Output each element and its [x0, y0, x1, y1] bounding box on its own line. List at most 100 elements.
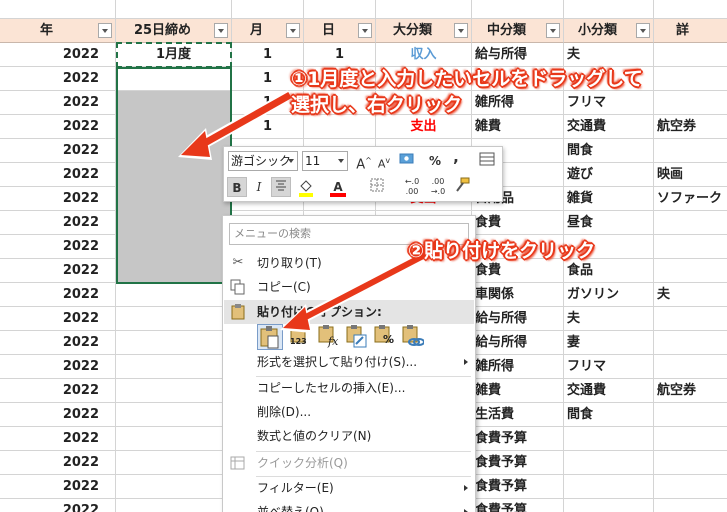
grid-cell[interactable] [0, 0, 116, 19]
cell-detail[interactable]: 航空券 [654, 379, 727, 403]
paste-link-icon[interactable] [399, 324, 425, 350]
cell-closing[interactable] [116, 307, 232, 331]
column-header[interactable]: 日 [304, 19, 376, 43]
cell-minor[interactable] [564, 427, 654, 451]
cell-year[interactable]: 2022 [0, 43, 116, 67]
cell-year[interactable]: 2022 [0, 91, 116, 115]
font-name-box[interactable]: 游ゴシック [228, 151, 298, 171]
column-header[interactable]: 小分類 [564, 19, 654, 43]
paste-transpose-icon[interactable] [343, 324, 369, 350]
format-painter-icon[interactable] [452, 177, 472, 197]
increase-decimal-button[interactable]: ←.0 .00 [400, 177, 424, 197]
column-header[interactable]: 年 [0, 19, 116, 43]
percent-button[interactable]: % [425, 151, 445, 171]
cell-minor[interactable]: 間食 [564, 403, 654, 427]
cell-minor[interactable] [564, 475, 654, 499]
cell-detail[interactable] [654, 355, 727, 379]
cell-major[interactable]: 支出 [376, 115, 472, 139]
cell-detail[interactable]: 航空券 [654, 115, 727, 139]
font-size-box[interactable]: 11 [302, 151, 348, 171]
cell-mid[interactable]: 食費予算 [472, 451, 564, 475]
menu-item-copy[interactable]: コピー(C) [224, 275, 474, 299]
filter-dropdown-icon[interactable] [286, 23, 300, 38]
cell-detail[interactable] [654, 43, 727, 67]
cell-mid[interactable]: 給与所得 [472, 43, 564, 67]
cell-detail[interactable] [654, 427, 727, 451]
cell-minor[interactable]: 遊び [564, 163, 654, 187]
grid-cell[interactable] [472, 0, 564, 19]
filter-dropdown-icon[interactable] [636, 23, 650, 38]
cell-closing[interactable] [116, 331, 232, 355]
column-header[interactable]: 月 [232, 19, 304, 43]
grid-cell[interactable] [116, 0, 232, 19]
cell-year[interactable]: 2022 [0, 355, 116, 379]
cell-minor[interactable]: フリマ [564, 355, 654, 379]
fill-color-icon[interactable] [296, 177, 316, 197]
cell-mid[interactable]: 車関係 [472, 283, 564, 307]
cell-day[interactable]: 1 [304, 43, 376, 67]
table-format-icon[interactable] [477, 151, 497, 171]
cell-detail[interactable] [654, 211, 727, 235]
currency-icon[interactable] [397, 151, 417, 171]
cell-closing[interactable] [116, 499, 232, 512]
cell-major[interactable]: 収入 [376, 43, 472, 67]
column-header[interactable]: 詳 [654, 19, 727, 43]
cell-year[interactable]: 2022 [0, 283, 116, 307]
cell-year[interactable]: 2022 [0, 67, 116, 91]
cell-minor[interactable]: ガソリン [564, 283, 654, 307]
decrease-decimal-button[interactable]: .00 →.0 [426, 177, 450, 197]
cell-year[interactable]: 2022 [0, 187, 116, 211]
menu-item-delete[interactable]: 削除(D)... [224, 400, 474, 424]
cell-detail[interactable] [654, 235, 727, 259]
cell-detail[interactable] [654, 451, 727, 475]
column-header[interactable]: 大分類 [376, 19, 472, 43]
column-header[interactable]: 中分類 [472, 19, 564, 43]
cell-closing[interactable] [116, 403, 232, 427]
cell-year[interactable]: 2022 [0, 451, 116, 475]
filter-dropdown-icon[interactable] [358, 23, 372, 38]
cell-mid[interactable]: 食費予算 [472, 475, 564, 499]
cell-minor[interactable] [564, 451, 654, 475]
filter-dropdown-icon[interactable] [546, 23, 560, 38]
cell-year[interactable]: 2022 [0, 331, 116, 355]
cell-mid[interactable]: 給与所得 [472, 331, 564, 355]
cell-year[interactable]: 2022 [0, 307, 116, 331]
cell-mid[interactable]: 雑所得 [472, 355, 564, 379]
cell-detail[interactable] [654, 259, 727, 283]
cell-detail[interactable] [654, 139, 727, 163]
cell-year[interactable]: 2022 [0, 115, 116, 139]
bold-button[interactable]: B [227, 177, 247, 197]
cell-detail[interactable] [654, 475, 727, 499]
menu-item-paste-special[interactable]: 形式を選択して貼り付け(S)... [224, 350, 474, 374]
grid-cell[interactable] [654, 0, 727, 19]
cell-detail[interactable] [654, 307, 727, 331]
comma-button[interactable]: , [446, 147, 466, 167]
filter-dropdown-icon[interactable] [454, 23, 468, 38]
paste-formulas-icon[interactable]: fx [315, 324, 341, 350]
cell-year[interactable]: 2022 [0, 427, 116, 451]
cell-mid[interactable]: 食費予算 [472, 427, 564, 451]
menu-item-insert-copied[interactable]: コピーしたセルの挿入(E)... [224, 376, 474, 400]
cell-detail[interactable]: ソファーク [654, 187, 727, 211]
font-color-button[interactable]: A [328, 177, 348, 197]
menu-item-filter[interactable]: フィルター(E) [224, 476, 474, 500]
column-header[interactable]: 25日締め [116, 19, 232, 43]
cell-minor[interactable]: 雑貨 [564, 187, 654, 211]
paste-formatting-icon[interactable]: % [371, 324, 397, 350]
cell-month[interactable]: 1 [232, 115, 304, 139]
cell-year[interactable]: 2022 [0, 499, 116, 512]
cell-closing[interactable] [116, 475, 232, 499]
filter-dropdown-icon[interactable] [214, 23, 228, 38]
cell-detail[interactable]: 夫 [654, 283, 727, 307]
cell-detail[interactable] [654, 91, 727, 115]
cell-year[interactable]: 2022 [0, 379, 116, 403]
cell-closing[interactable] [116, 451, 232, 475]
paste-icon[interactable] [257, 324, 283, 350]
paste-values-icon[interactable]: 123 [287, 324, 313, 350]
cell-year[interactable]: 2022 [0, 211, 116, 235]
grid-cell[interactable] [564, 0, 654, 19]
cell-year[interactable]: 2022 [0, 475, 116, 499]
cell-closing[interactable] [116, 379, 232, 403]
borders-icon[interactable] [367, 177, 387, 197]
cell-month[interactable]: 1 [232, 43, 304, 67]
